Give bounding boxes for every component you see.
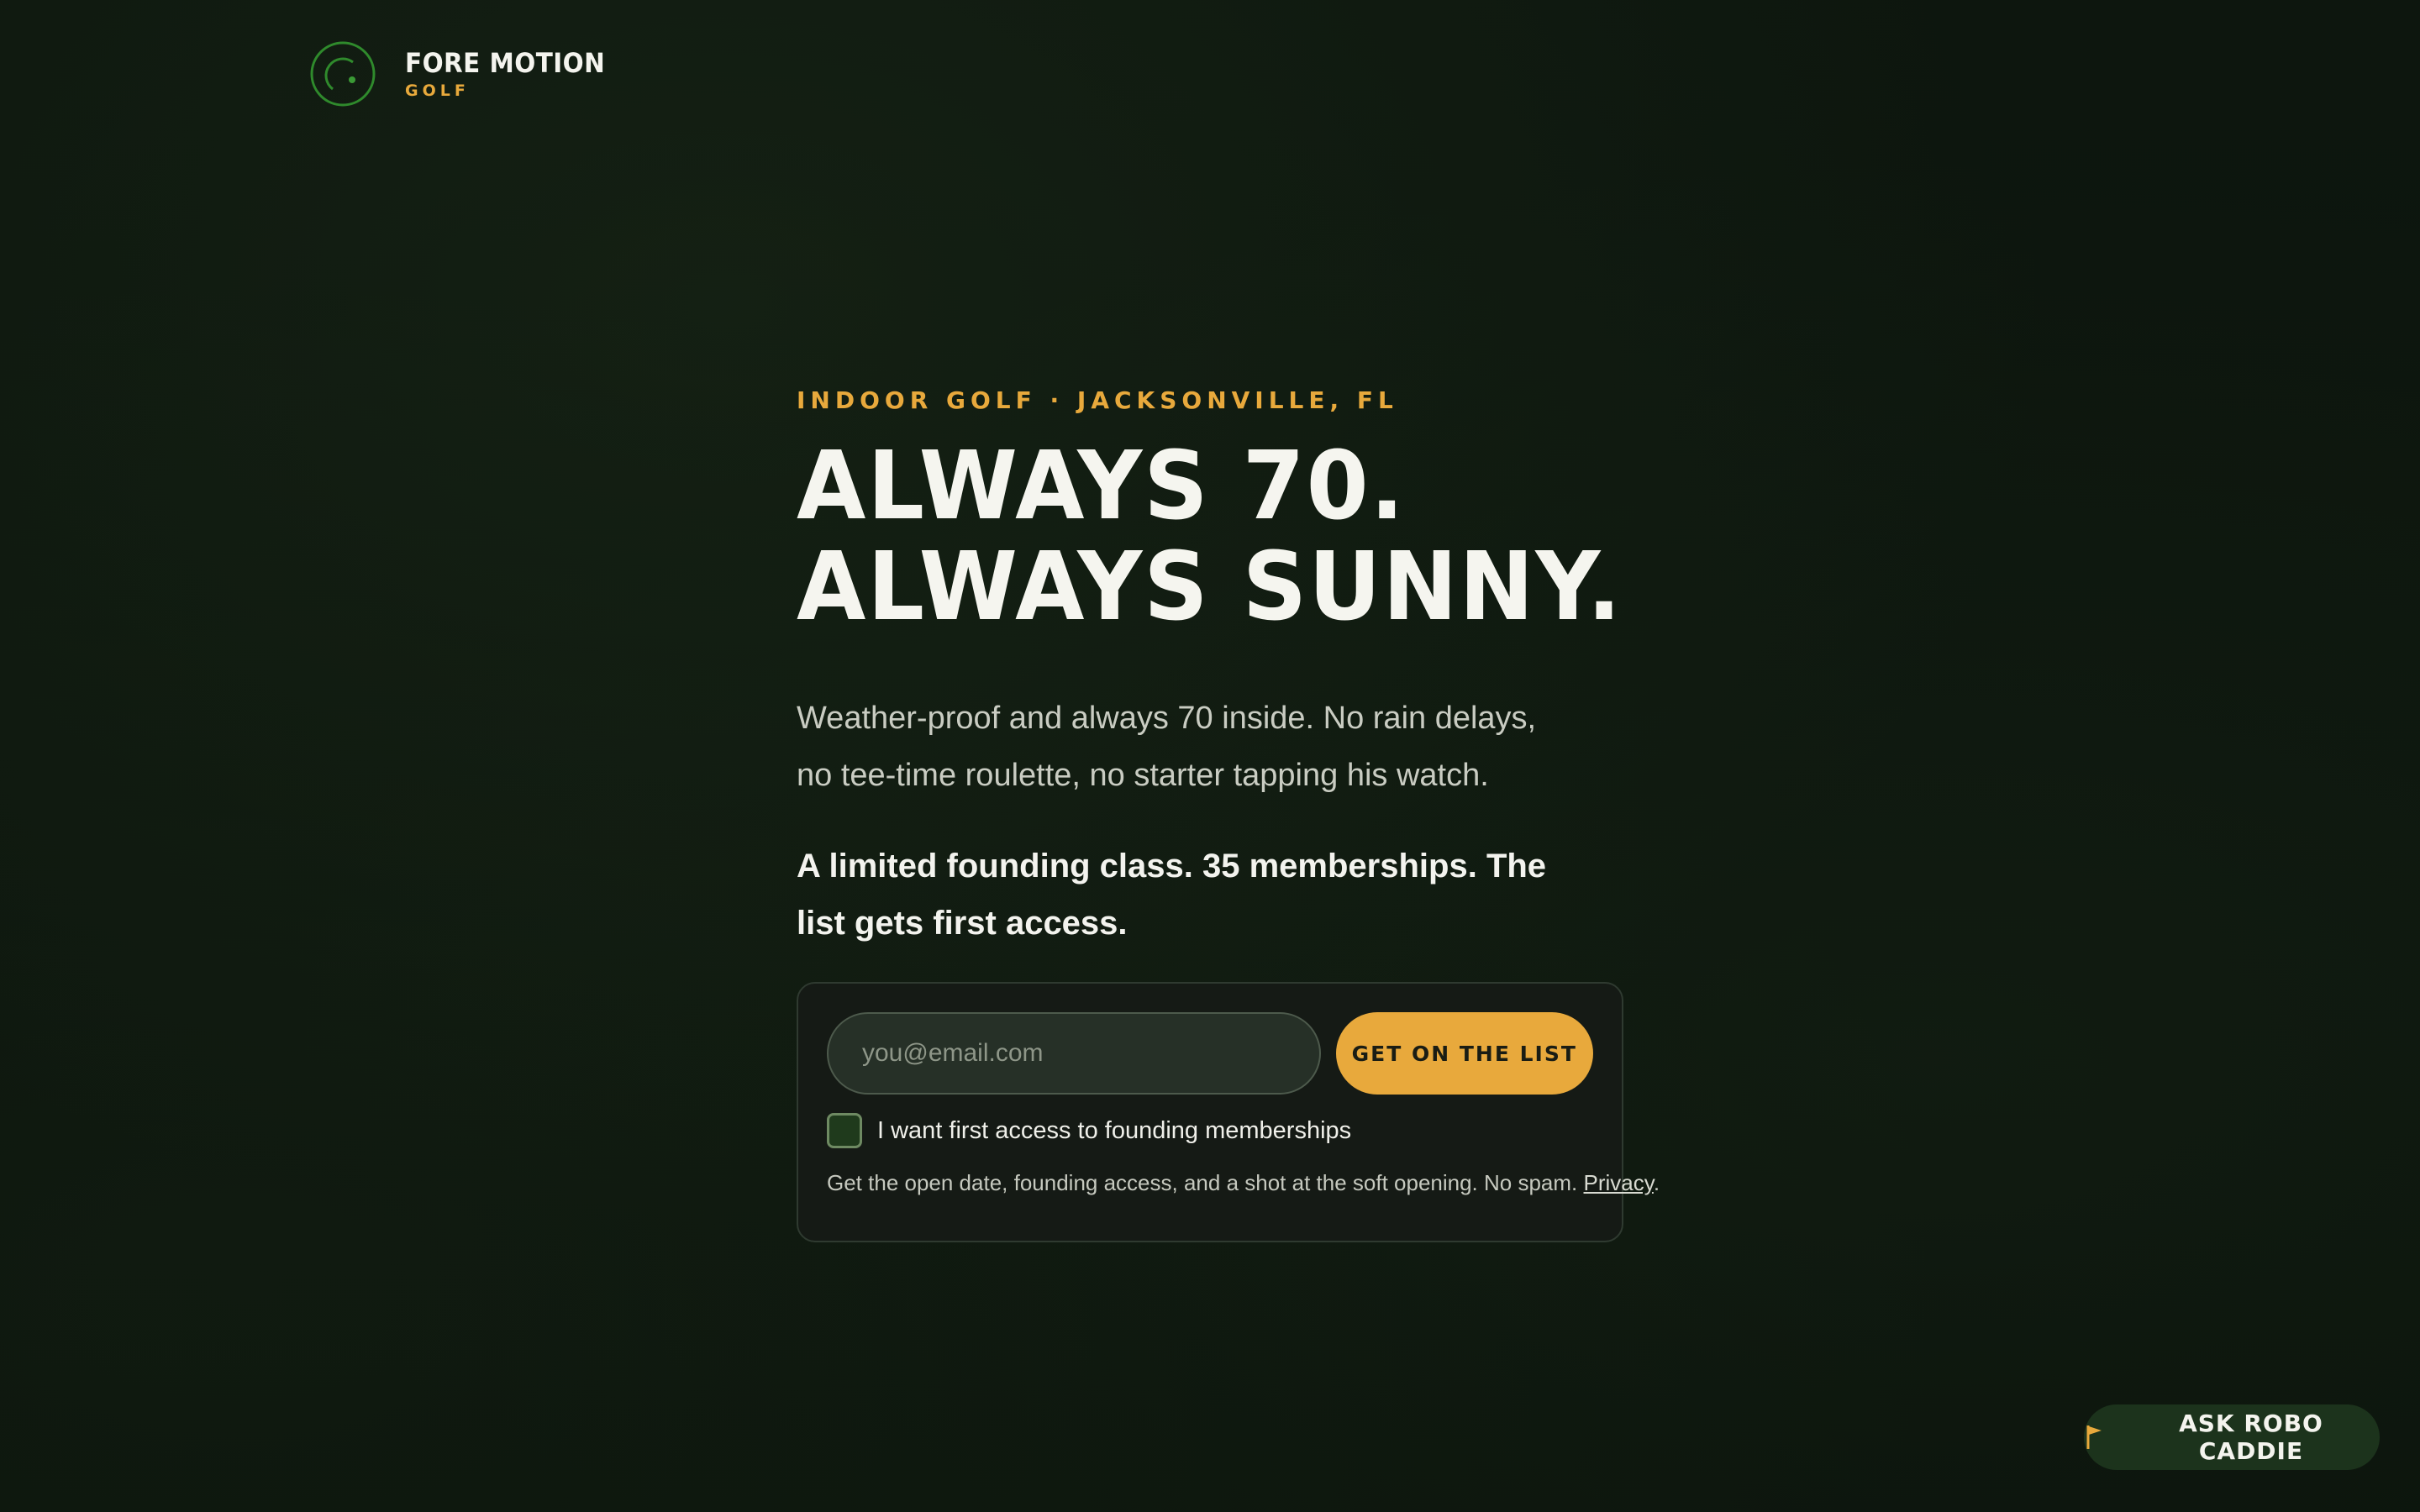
headline-line-1: ALWAYS 70. [797,432,1406,541]
hero-lede: Weather-proof and always 70 inside. No r… [797,701,1537,793]
privacy-link[interactable]: Privacy [1584,1170,1654,1195]
signup-row: GET ON THE LIST [827,1012,1593,1095]
founding-access-label: I want first access to founding membersh… [877,1116,1352,1144]
hero-eyebrow: INDOOR GOLF · JACKSONVILLE, FL [797,386,1398,414]
signup-form: GET ON THE LIST I want first access to f… [797,982,1660,1242]
brand-logo[interactable]: FORE MOTION GOLF [309,40,623,108]
ask-robo-caddie-button[interactable]: ASK ROBO CADDIE [2084,1404,2380,1470]
founding-access-checkbox[interactable] [827,1113,862,1148]
ask-robo-caddie-label: ASK ROBO CADDIE [2179,1410,2323,1465]
founding-access-option[interactable]: I want first access to founding membersh… [827,1113,1593,1148]
hero-founding-note: A limited founding class. 35 memberships… [797,848,1547,942]
email-input[interactable] [827,1012,1321,1095]
brand-name: FORE MOTION [405,46,606,79]
fineprint-end: . [1653,1170,1660,1195]
hero-headline: ALWAYS 70. ALWAYS SUNNY. [797,432,1623,642]
headline-line-2: ALWAYS SUNNY. [797,533,1623,642]
form-fineprint: Get the open date, founding access, and … [827,1170,1660,1196]
golf-ball-logo-icon [310,41,376,107]
brand-wordmark: FORE MOTION GOLF [405,50,623,99]
brand-sub: GOLF [405,81,470,100]
flag-icon [2086,1425,2102,1449]
fineprint-text: Get the open date, founding access, and … [827,1170,1578,1195]
hero-section: INDOOR GOLF · JACKSONVILLE, FL ALWAYS 70… [797,386,1660,1242]
get-on-the-list-button[interactable]: GET ON THE LIST [1335,1012,1593,1095]
